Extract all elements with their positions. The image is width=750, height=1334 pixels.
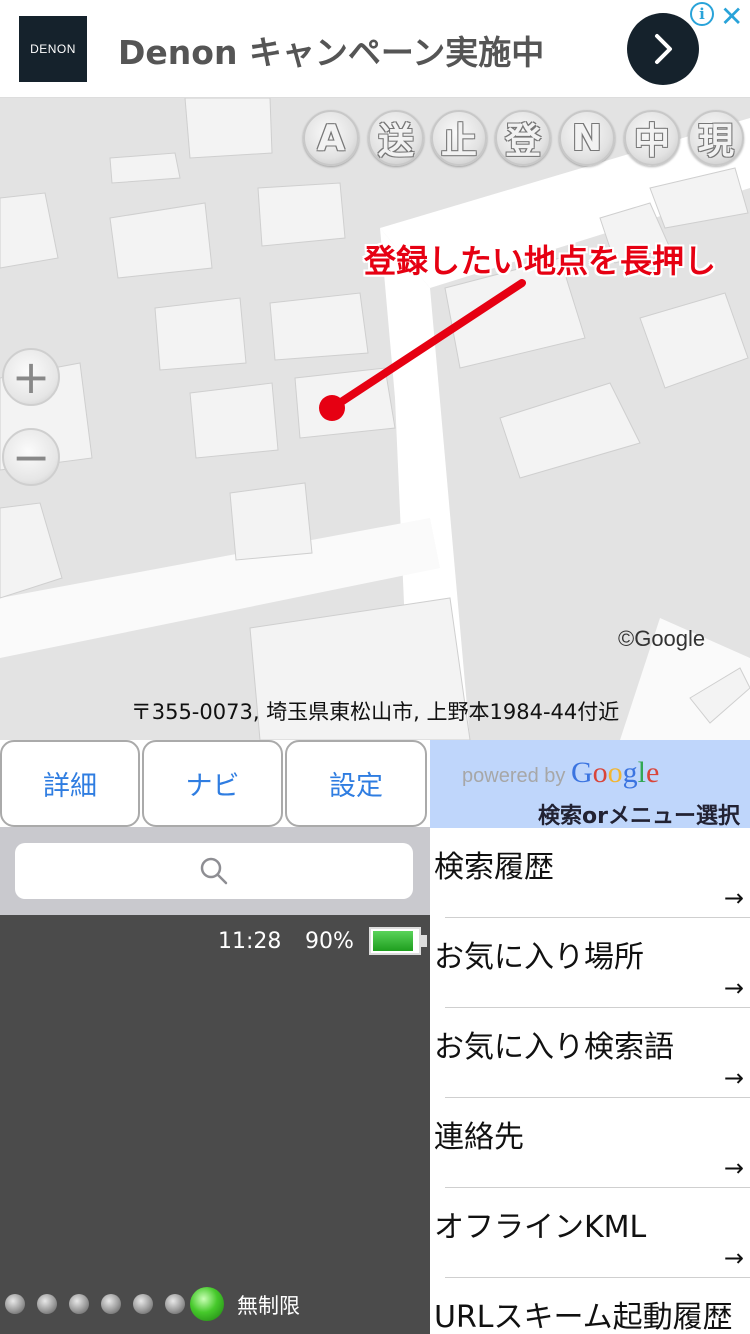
close-icon[interactable]: ✕	[720, 0, 743, 33]
battery-tip	[421, 935, 427, 947]
map-copyright: ©Google	[618, 626, 706, 651]
arrow-right-icon: →	[723, 1244, 744, 1272]
long-press-annotation: 登録したい地点を長押し	[364, 242, 717, 280]
arrow-right-icon: →	[723, 1154, 744, 1182]
page-dot-active[interactable]	[190, 1287, 224, 1321]
zoom-in-button[interactable]: +	[2, 348, 60, 406]
page-dot[interactable]	[133, 1294, 153, 1314]
menu-item-favorite-places[interactable]: お気に入り場所 →	[430, 918, 750, 1008]
address-label: 〒355-0073, 埼玉県東松山市, 上野本1984-44付近	[130, 700, 620, 724]
page-dot[interactable]	[101, 1294, 121, 1314]
ad-headline[interactable]: Denon キャンペーン実施中	[118, 26, 544, 74]
menu-item-search-history[interactable]: 検索履歴 →	[430, 828, 750, 918]
toolbar-button-center[interactable]: 中	[624, 110, 680, 166]
menu-item-favorite-terms[interactable]: お気に入り検索語 →	[430, 1008, 750, 1098]
toolbar-button-current[interactable]: 現	[688, 110, 744, 166]
menu-list: 検索履歴 → お気に入り場所 → お気に入り検索語 → 連絡先 → オフラインK…	[430, 828, 750, 1334]
battery-icon	[369, 927, 421, 955]
menu-item-label: オフラインKML	[434, 1210, 647, 1245]
map-view[interactable]: A 送 止 登 N 中 現 + − 登録したい地点を長押し ©Google 〒3…	[0, 98, 750, 740]
action-buttons: 詳細 ナビ 設定	[0, 740, 430, 827]
navi-button[interactable]: ナビ	[142, 740, 283, 827]
menu-item-offline-kml[interactable]: オフラインKML →	[430, 1188, 750, 1278]
clock: 11:28	[218, 929, 282, 954]
settings-button[interactable]: 設定	[285, 740, 427, 827]
toolbar-button-north[interactable]: N	[559, 110, 615, 166]
menu-item-label: 連絡先	[434, 1120, 524, 1155]
google-logo: Google	[570, 756, 660, 789]
page-dot[interactable]	[37, 1294, 57, 1314]
arrow-right-icon: →	[723, 884, 744, 912]
unlimited-label: 無制限	[237, 1294, 300, 1318]
search-bar	[0, 827, 430, 915]
arrow-right-icon: →	[723, 974, 744, 1002]
status-panel: 11:28 90% 無制限	[0, 915, 430, 1334]
toolbar-button-register[interactable]: 登	[495, 110, 551, 166]
menu-item-label: 検索履歴	[434, 850, 554, 885]
info-icon[interactable]: i	[690, 2, 714, 26]
battery-fill	[373, 931, 413, 951]
denon-logo: DENON	[19, 16, 87, 82]
menu-item-label: URLスキーム起動履歴	[434, 1300, 733, 1334]
page-dot[interactable]	[165, 1294, 185, 1314]
menu-item-label: お気に入り場所	[434, 940, 644, 975]
page-dot[interactable]	[5, 1294, 25, 1314]
panel-title: 検索orメニュー選択	[538, 804, 740, 829]
ad-open-button[interactable]	[627, 13, 699, 85]
toolbar-button-send[interactable]: 送	[368, 110, 424, 166]
menu-item-url-scheme-history[interactable]: URLスキーム起動履歴 →	[430, 1278, 750, 1334]
toolbar-button-stop[interactable]: 止	[431, 110, 487, 166]
search-input[interactable]	[15, 843, 413, 899]
menu-item-contacts[interactable]: 連絡先 →	[430, 1098, 750, 1188]
page-dot[interactable]	[69, 1294, 89, 1314]
chevron-right-icon	[655, 34, 672, 64]
detail-button[interactable]: 詳細	[0, 740, 140, 827]
search-icon	[200, 857, 228, 885]
menu-item-label: お気に入り検索語	[434, 1030, 674, 1065]
powered-by-label: powered by	[462, 765, 566, 787]
battery-percent: 90%	[305, 929, 354, 954]
arrow-right-icon: →	[723, 1064, 744, 1092]
google-panel: powered by Google 検索orメニュー選択	[430, 740, 750, 829]
ad-banner[interactable]: DENON Denon キャンペーン実施中 i ✕	[0, 0, 750, 98]
toolbar-button-a[interactable]: A	[303, 110, 359, 166]
zoom-out-button[interactable]: −	[2, 428, 60, 486]
powered-by-google: powered by Google	[462, 756, 659, 790]
